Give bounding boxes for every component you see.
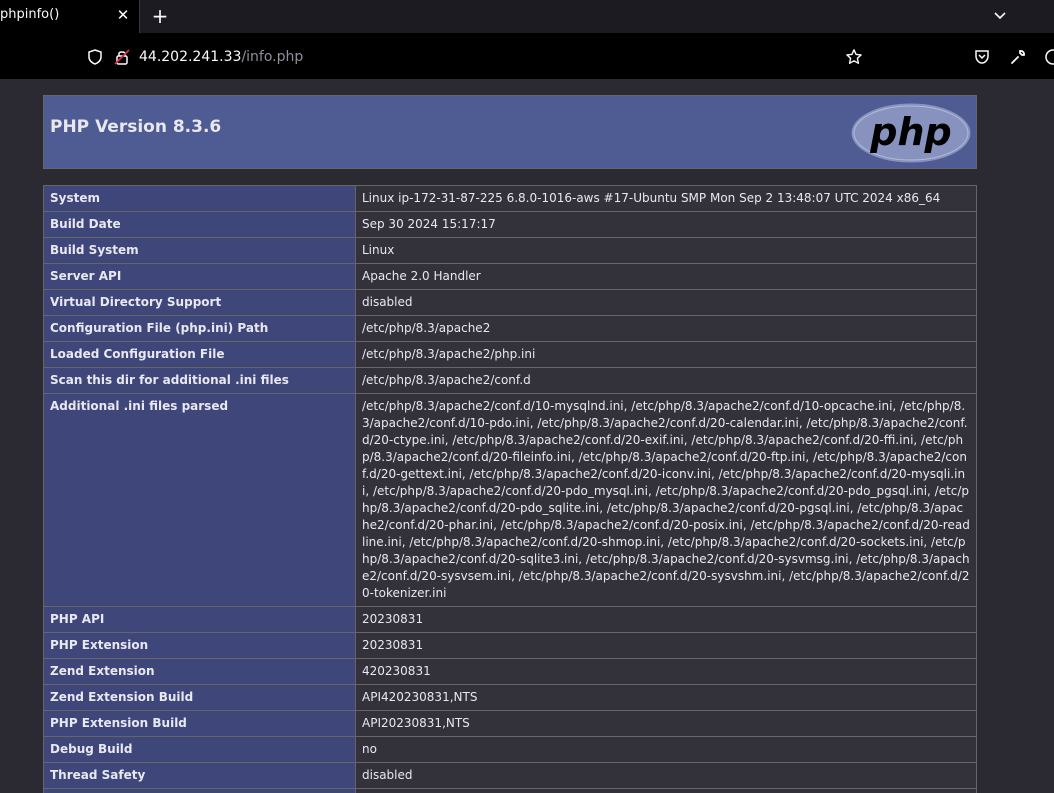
info-table: System Linux ip-172-31-87-225 6.8.0-1016-…	[43, 185, 977, 793]
row-value: /etc/php/8.3/apache2/conf.d	[355, 367, 977, 394]
star-icon[interactable]	[845, 48, 863, 66]
table-row: Thread Safety disabled	[43, 762, 977, 789]
table-row: Build Date Sep 30 2024 15:17:17	[43, 211, 977, 238]
row-key: Scan this dir for additional .ini files	[43, 367, 356, 394]
row-key: Additional .ini files parsed	[43, 393, 356, 607]
row-value: Linux ip-172-31-87-225 6.8.0-1016-aws #1…	[355, 185, 977, 212]
table-row: Additional .ini files parsed/etc/php/8.3…	[43, 393, 977, 607]
table-row: Virtual Directory Support disabled	[43, 289, 977, 316]
row-key: Loaded Configuration File	[43, 341, 356, 368]
row-value: Sep 30 2024 15:17:17	[355, 211, 977, 238]
row-key: PHP Extension Build	[43, 710, 356, 737]
row-value: 20230831	[355, 606, 977, 633]
shield-icon[interactable]	[86, 48, 104, 66]
chevron-down-icon[interactable]	[990, 6, 1010, 26]
table-row: Configuration File (php.ini) Path/etc/ph…	[43, 315, 977, 342]
row-value: disabled	[355, 289, 977, 316]
row-value: /etc/php/8.3/apache2	[355, 315, 977, 342]
row-key: Build Date	[43, 211, 356, 238]
table-row: PHP API 20230831	[43, 606, 977, 633]
row-key: Virtual Directory Support	[43, 289, 356, 316]
table-row: Zend Extension 420230831	[43, 658, 977, 685]
url-input[interactable]: 44.202.241.33/info.php	[139, 49, 303, 65]
url-host: 44.202.241.33	[139, 49, 242, 65]
insecure-lock-icon[interactable]	[113, 48, 131, 66]
row-value: disabled	[355, 762, 977, 789]
row-key: Build System	[43, 237, 356, 264]
table-row: Debug Build no	[43, 736, 977, 763]
php-version-header: PHP Version 8.3.6 php	[43, 95, 977, 169]
row-value: 420230831	[355, 658, 977, 685]
new-tab-button[interactable]: +	[148, 4, 172, 28]
table-row: Loaded Configuration File/etc/php/8.3/ap…	[43, 341, 977, 368]
table-row: Scan this dir for additional .ini files /…	[43, 367, 977, 394]
row-key: Thread Safety	[43, 762, 356, 789]
table-row: PHP Extension 20230831	[43, 632, 977, 659]
php-logo-text: php	[869, 110, 951, 154]
row-value: Linux	[355, 237, 977, 264]
wrench-icon[interactable]	[1009, 48, 1027, 66]
row-value: 20230831	[355, 632, 977, 659]
close-icon[interactable]: ✕	[113, 5, 133, 25]
tab-bar: phpinfo() ✕ +	[0, 0, 1054, 33]
row-key: Server API	[43, 263, 356, 290]
pocket-icon[interactable]	[973, 48, 991, 66]
table-row: Zend Signal Handlingenabled	[43, 788, 977, 793]
row-key: Debug Build	[43, 736, 356, 763]
row-value: enabled	[355, 788, 977, 793]
row-key: System	[43, 185, 356, 212]
row-key: Configuration File (php.ini) Path	[43, 315, 356, 342]
row-value: no	[355, 736, 977, 763]
table-row: Server API Apache 2.0 Handler	[43, 263, 977, 290]
tab-title: phpinfo()	[0, 7, 60, 22]
row-key: PHP Extension	[43, 632, 356, 659]
row-value: API420230831,NTS	[355, 684, 977, 711]
row-key: PHP API	[43, 606, 356, 633]
url-path: /info.php	[241, 49, 304, 65]
account-icon[interactable]	[1044, 48, 1054, 66]
row-key: Zend Extension	[43, 658, 356, 685]
table-row: PHP Extension Build API20230831,NTS	[43, 710, 977, 737]
table-row: Build System Linux	[43, 237, 977, 264]
row-key: Zend Signal Handling	[43, 788, 356, 793]
row-value: /etc/php/8.3/apache2/php.ini	[355, 341, 977, 368]
row-value: Apache 2.0 Handler	[355, 263, 977, 290]
table-row: Zend Extension Build API420230831,NTS	[43, 684, 977, 711]
table-row: System Linux ip-172-31-87-225 6.8.0-1016-…	[43, 185, 977, 212]
page-content: PHP Version 8.3.6 php System Linux ip-172…	[0, 79, 1054, 793]
tab-phpinfo[interactable]: phpinfo() ✕	[0, 0, 140, 33]
nav-bar: 44.202.241.33/info.php	[0, 33, 1054, 79]
page-title: PHP Version 8.3.6	[50, 117, 222, 137]
php-logo[interactable]: php	[849, 99, 973, 165]
row-value: API20230831,NTS	[355, 710, 977, 737]
row-key: Zend Extension Build	[43, 684, 356, 711]
row-value: /etc/php/8.3/apache2/conf.d/10-mysqlnd.i…	[355, 393, 977, 607]
